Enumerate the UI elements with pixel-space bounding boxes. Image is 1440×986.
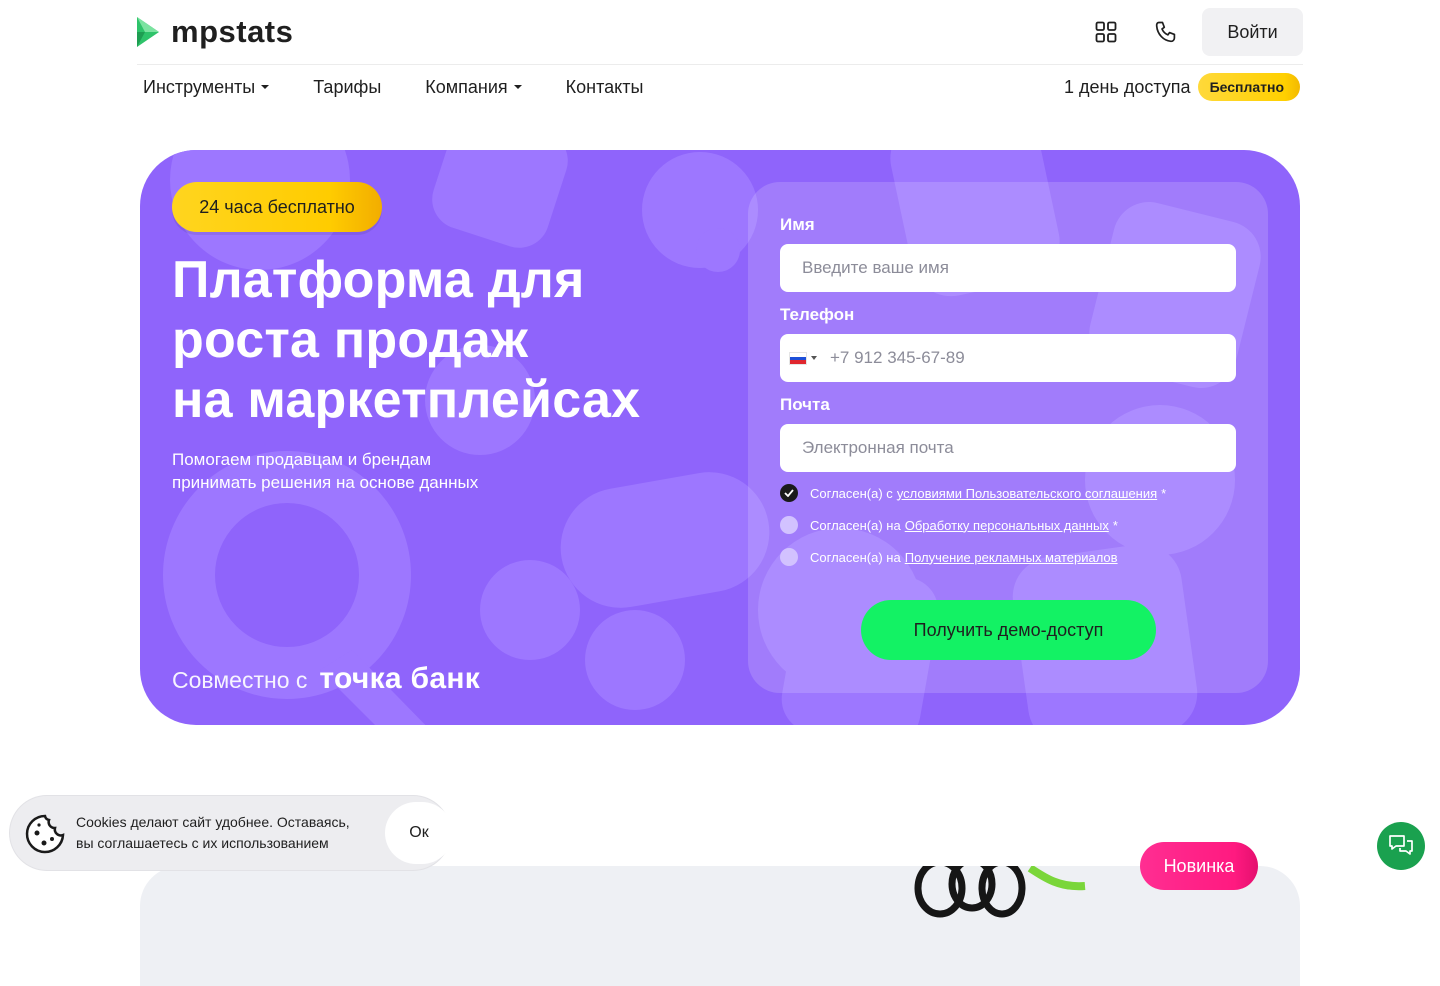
required-mark: * xyxy=(1112,517,1118,533)
tochka-bank-logo: точка банк xyxy=(319,662,481,695)
phone-icon[interactable] xyxy=(1154,20,1178,44)
consent-marketing: Согласен(а) на Получение рекламных матер… xyxy=(780,548,1118,566)
cookie-text-line: Cookies делают сайт удобнее. Оставаясь, xyxy=(76,814,350,830)
hero-subtitle-line: Помогаем продавцам и брендам xyxy=(172,450,432,469)
play-triangle-logo-icon xyxy=(137,17,159,47)
cookie-text: Cookies делают сайт удобнее. Оставаясь, … xyxy=(76,812,350,854)
nav-item-pricing[interactable]: Тарифы xyxy=(313,77,381,98)
checkbox-unchecked[interactable] xyxy=(780,516,798,534)
get-demo-button[interactable]: Получить демо-доступ xyxy=(861,600,1156,660)
cookie-text-line: вы соглашаетесь с их использованием xyxy=(76,835,329,851)
consent-prefix: Согласен(а) на xyxy=(810,549,901,565)
nav-item-contacts[interactable]: Контакты xyxy=(566,77,644,98)
nav-item-company[interactable]: Компания xyxy=(425,76,522,98)
nav-item-label: Тарифы xyxy=(313,76,382,97)
consent-personal-data: Согласен(а) на Обработку персональных да… xyxy=(780,516,1118,534)
consent-terms: Согласен(а) с условиями Пользовательског… xyxy=(780,484,1166,502)
next-section-preview xyxy=(140,866,1300,986)
russia-flag-icon[interactable] xyxy=(789,352,807,365)
access-text: 1 день доступа xyxy=(1064,76,1191,97)
hero-title-line: роста продаж xyxy=(172,311,529,369)
login-button[interactable]: Войти xyxy=(1202,8,1303,56)
hero-title-line: Платформа для xyxy=(172,251,585,309)
required-mark: * xyxy=(1161,485,1167,501)
country-dropdown-caret-icon[interactable] xyxy=(811,356,817,360)
caret-down-icon xyxy=(513,85,522,89)
nav-item-label: Инструменты xyxy=(143,76,256,97)
terms-link[interactable]: условиями Пользовательского соглашения xyxy=(897,486,1157,501)
cookie-banner: Cookies делают сайт удобнее. Оставаясь, … xyxy=(10,796,453,870)
mpstats-logo[interactable]: mpstats xyxy=(137,15,293,49)
cookie-ok-button[interactable]: Ок xyxy=(385,802,453,864)
cookie-icon xyxy=(25,814,65,854)
chat-bubbles-icon[interactable] xyxy=(1377,822,1425,870)
hero-subtitle-line: принимать решения на основе данных xyxy=(172,473,479,492)
logo-text: mpstats xyxy=(171,14,294,49)
site-header: mpstats Войти xyxy=(137,0,1303,65)
free-access-link[interactable]: 1 день доступа Бесплатно xyxy=(1064,73,1301,101)
hero-title-line: на маркетплейсах xyxy=(172,371,641,429)
name-label: Имя xyxy=(780,215,815,234)
partner-prefix: Совместно с xyxy=(172,667,308,693)
free-badge: Бесплатно xyxy=(1197,73,1301,101)
new-badge[interactable]: Новинка xyxy=(1140,842,1258,890)
name-input[interactable] xyxy=(780,244,1236,292)
hero-title: Платформа для роста продаж на маркетплей… xyxy=(172,250,732,430)
caret-down-icon xyxy=(261,85,270,89)
checkbox-unchecked[interactable] xyxy=(780,548,798,566)
personal-data-link[interactable]: Обработку персональных данных xyxy=(905,518,1109,533)
consent-prefix: Согласен(а) с xyxy=(810,485,893,501)
checkmark-icon xyxy=(784,489,794,497)
nav-item-label: Контакты xyxy=(565,76,644,97)
product-illustration xyxy=(914,866,1086,918)
nav-item-tools[interactable]: Инструменты xyxy=(143,76,270,98)
email-label: Почта xyxy=(780,395,830,414)
main-nav: Инструменты Тарифы Компания Контакты xyxy=(143,74,643,100)
hero-subtitle: Помогаем продавцам и брендам принимать р… xyxy=(172,448,592,494)
email-input[interactable] xyxy=(780,424,1236,472)
phone-label: Телефон xyxy=(780,305,855,324)
nav-item-label: Компания xyxy=(425,76,508,97)
checkbox-checked[interactable] xyxy=(780,484,798,502)
phone-field xyxy=(780,334,1240,382)
phone-input[interactable] xyxy=(820,334,1240,382)
partner-line: Совместно с точка банк xyxy=(172,662,480,696)
grid-icon[interactable] xyxy=(1094,20,1118,44)
demo-request-form: Имя Телефон Почта Согласен(а) с условиям… xyxy=(748,182,1268,693)
marketing-link[interactable]: Получение рекламных материалов xyxy=(905,550,1118,565)
consent-prefix: Согласен(а) на xyxy=(810,517,901,533)
hero-banner: 24 часа бесплатно Платформа для роста пр… xyxy=(140,150,1300,725)
free-trial-badge: 24 часа бесплатно xyxy=(172,182,382,232)
